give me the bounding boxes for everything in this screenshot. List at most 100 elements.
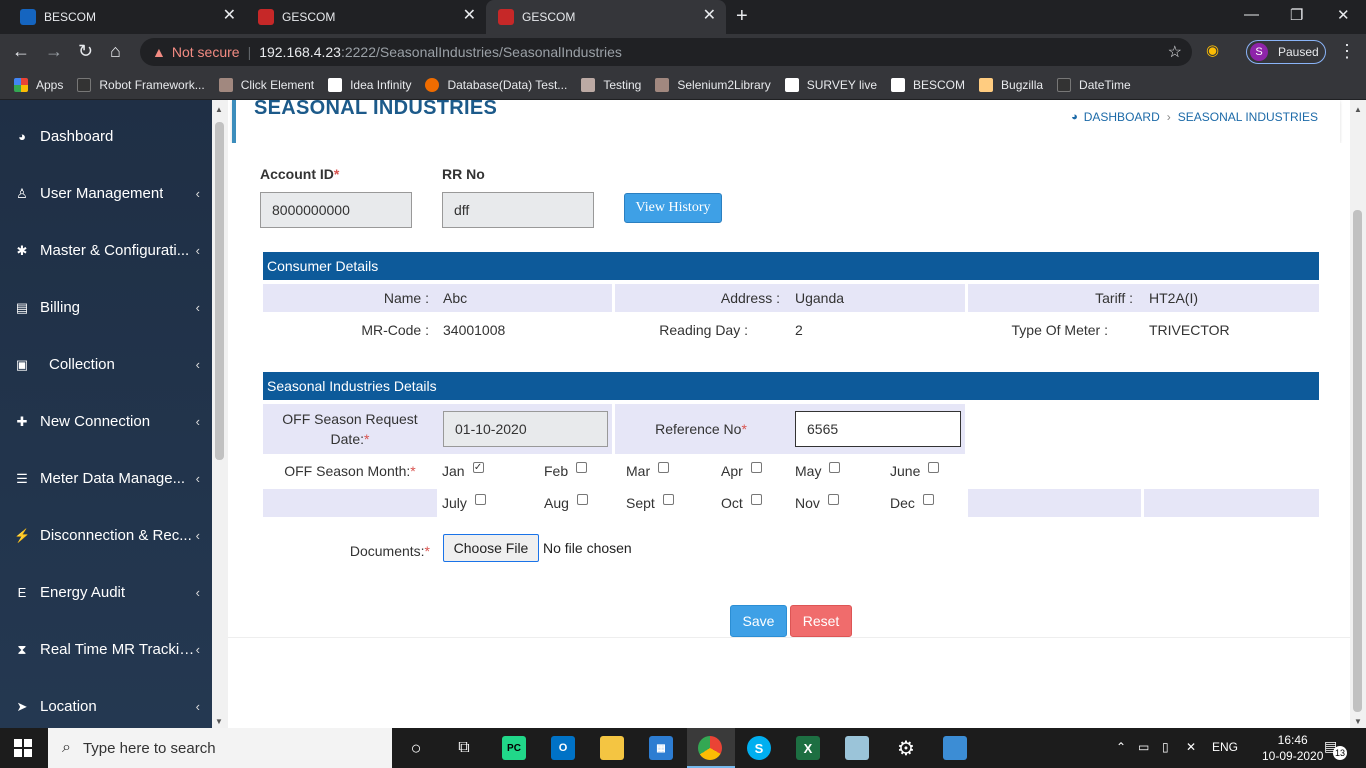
bookmark-click-element[interactable]: Click Element [218,77,314,92]
month-checkbox[interactable] [750,461,762,473]
view-history-button[interactable]: View History [624,193,722,223]
restore-icon[interactable]: ❐ [1290,6,1303,24]
back-icon[interactable]: ← [12,41,30,61]
sidebar-item[interactable]: ✚ New Connection ‹ [0,393,212,450]
month-checkbox[interactable] [922,493,934,505]
windows-start-icon[interactable] [14,739,32,757]
sidebar-item[interactable]: ➤ Location ‹ [0,678,212,728]
address-bar[interactable]: ▲ Not secure | 192.168.4.23:2222/Seasona… [140,38,1192,66]
forward-icon[interactable]: → [45,41,63,61]
month-checkbox[interactable] [662,493,674,505]
reload-icon[interactable]: ↻ [78,41,93,61]
profile-button[interactable]: S Paused [1246,40,1326,64]
month-checkbox[interactable] [658,461,670,473]
browser-tab-bescom[interactable]: BESCOM ✕ [8,0,246,34]
pycharm-icon[interactable]: PC [502,736,526,760]
sidebar-item[interactable]: ▤ Billing ‹ [0,279,212,336]
month-checkbox[interactable]: ✓ [472,461,484,473]
bookmark-datetime[interactable]: DateTime [1057,77,1131,92]
address-label: Address : [615,284,788,312]
reset-button[interactable]: Reset [790,605,852,637]
settings-gear-icon[interactable]: ⚙ [894,736,918,760]
browser-tab-gescom-1[interactable]: GESCOM ✕ [246,0,486,34]
close-window-icon[interactable]: ✕ [1337,6,1350,24]
sidebar-item-label: Master & Configurati... [40,242,190,259]
sidebar-item[interactable]: ✱ Master & Configurati... ‹ [0,222,212,279]
menu-kebab-icon[interactable]: ⋮ [1338,41,1356,61]
app-window-icon[interactable]: ▦ [649,736,673,760]
month-checkbox[interactable] [750,493,762,505]
volume-muted-icon[interactable]: ✕ [1186,740,1196,754]
battery-icon[interactable]: ▯ [1162,740,1169,754]
rr-no-field[interactable]: dff [442,192,594,228]
month-checkbox[interactable] [827,493,839,505]
bookmark-bugzilla[interactable]: Bugzilla [979,77,1043,92]
close-tab-icon[interactable]: ✕ [463,8,476,24]
bookmark-robot-framework[interactable]: Robot Framework... [77,77,205,92]
tray-chevron-icon[interactable]: ⌃ [1116,740,1126,754]
language-indicator[interactable]: ENG [1212,740,1238,754]
save-button[interactable]: Save [730,605,787,637]
cortana-icon[interactable]: ○ [404,736,428,760]
extension-icon[interactable]: ◉ [1206,41,1219,61]
sidebar-item[interactable]: ⧗ Real Time MR Tracking ‹ [0,621,212,678]
scroll-up-icon[interactable]: ▲ [1354,105,1362,114]
taskbar-search[interactable]: ⌕ Type here to search [48,728,392,768]
bookmark-database-test[interactable]: Database(Data) Test... [425,77,567,92]
month-label: Aug [544,495,569,511]
security-label[interactable]: Not secure [172,44,240,60]
page-title: SEASONAL INDUSTRIES [254,97,498,119]
chrome-icon[interactable] [698,736,722,760]
outlook-icon[interactable]: O [551,736,575,760]
scroll-thumb[interactable] [1353,210,1362,712]
sidebar-scrollbar[interactable]: ▲ ▼ [212,100,228,728]
month-checkbox[interactable] [829,461,841,473]
bookmark-apps[interactable]: Apps [14,77,63,92]
sidebar-item[interactable]: E Energy Audit ‹ [0,564,212,621]
browser-tab-gescom-active[interactable]: GESCOM ✕ [486,0,726,34]
month-checkbox[interactable] [928,461,940,473]
scroll-thumb[interactable] [215,122,224,460]
month-label: Mar [626,463,651,479]
notification-center-icon[interactable]: ▤ 13 [1324,738,1347,760]
bookmark-bescom[interactable]: BESCOM [891,77,965,92]
chevron-left-icon: ‹ [195,186,200,201]
month-checkbox[interactable] [576,461,588,473]
bookmark-selenium[interactable]: Selenium2Library [655,77,771,92]
sidebar-item[interactable]: ▣ Collection ‹ [0,336,212,393]
sidebar-item[interactable]: ☰ Meter Data Manage... ‹ [0,450,212,507]
minimize-icon[interactable]: — [1244,6,1259,23]
close-tab-icon[interactable]: ✕ [223,8,236,24]
bookmark-testing[interactable]: Testing [581,77,641,92]
bookmark-star-icon[interactable]: ☆ [1168,42,1182,62]
bookmark-idea-infinity[interactable]: Idea Infinity [328,77,411,92]
task-view-icon[interactable]: ⧉ [452,736,476,760]
new-tab-icon[interactable]: + [736,5,748,28]
request-date-field[interactable]: 01-10-2020 [443,411,608,447]
sidebar-item[interactable]: ⚡ Disconnection & Rec... ‹ [0,507,212,564]
file-explorer-icon[interactable] [600,736,624,760]
reference-no-input[interactable]: 6565 [795,411,961,447]
month-checkbox[interactable] [474,493,486,505]
home-icon[interactable]: ⌂ [110,41,121,61]
url-text[interactable]: 192.168.4.23:2222/SeasonalIndustries/Sea… [259,44,622,60]
account-id-field[interactable]: 8000000000 [260,192,412,228]
choose-file-button[interactable]: Choose File [443,534,539,562]
taskbar-clock[interactable]: 16:46 10-09-2020 [1262,732,1323,764]
network-icon[interactable]: ▭ [1138,740,1149,754]
sidebar-item[interactable]: ♙ User Management ‹ [0,165,212,222]
scroll-down-icon[interactable]: ▼ [1354,717,1362,726]
skype-icon[interactable]: S [747,736,771,760]
scroll-down-icon[interactable]: ▼ [215,717,223,726]
page-scrollbar[interactable]: ▲ ▼ [1350,100,1366,728]
month-checkbox[interactable] [576,493,588,505]
scroll-up-icon[interactable]: ▲ [215,105,223,114]
breadcrumb-dashboard[interactable]: DASHBOARD [1084,110,1160,124]
avatar: S [1250,43,1268,61]
close-tab-icon[interactable]: ✕ [703,8,716,24]
photos-icon[interactable] [943,736,967,760]
notepad-icon[interactable] [845,736,869,760]
sidebar-item[interactable]: ◕ Dashboard [0,108,212,165]
bookmark-survey-live[interactable]: SURVEY live [784,77,877,92]
excel-icon[interactable]: X [796,736,820,760]
